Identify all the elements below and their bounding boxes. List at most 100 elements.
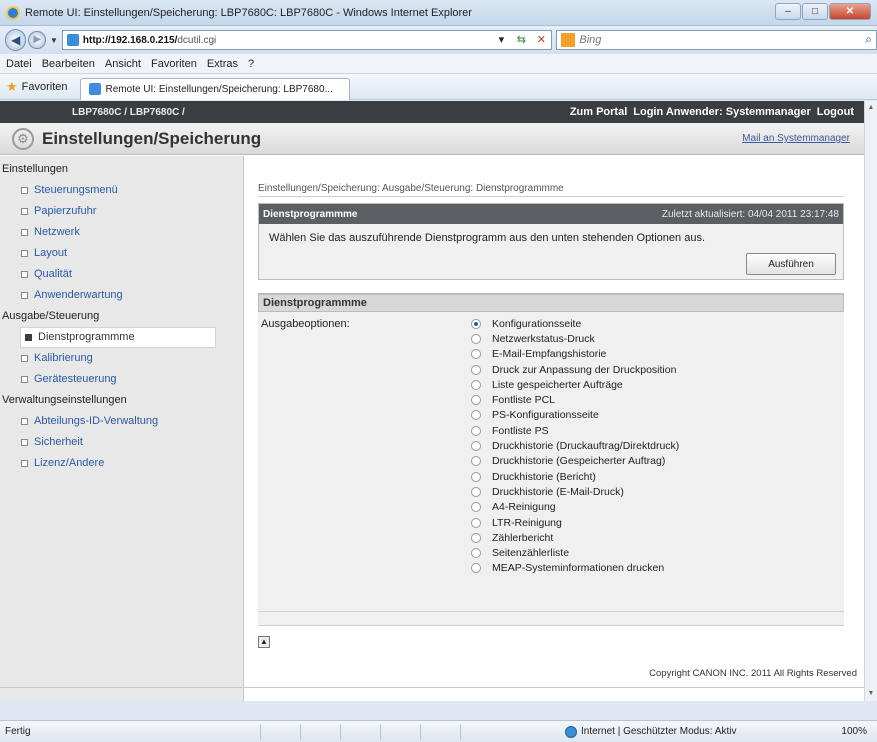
- search-icon[interactable]: ⌕: [865, 32, 872, 47]
- url-dropdown-icon[interactable]: ▾: [493, 33, 509, 46]
- sidebar-item-sicherheit[interactable]: Sicherheit: [0, 432, 243, 453]
- option-fontliste-pcl[interactable]: Fontliste PCL: [471, 392, 679, 407]
- option-druckhistorie-gespeichert[interactable]: Druckhistorie (Gespeicherter Auftrag): [471, 454, 679, 469]
- option-gespeicherte-auftrage[interactable]: Liste gespeicherter Aufträge: [471, 377, 679, 392]
- favorites-star-icon[interactable]: ★: [6, 79, 18, 95]
- window-controls: – □ ✕: [775, 3, 871, 20]
- option-email-historie[interactable]: E-Mail-Empfangshistorie: [471, 347, 679, 362]
- bullet-icon: [21, 439, 28, 446]
- option-ps-konfiguration[interactable]: PS-Konfigurationsseite: [471, 408, 679, 423]
- option-konfigurationsseite[interactable]: Konfigurationsseite: [471, 316, 679, 331]
- favorites-bar: ★ Favoriten Remote UI: Einstellungen/Spe…: [0, 74, 877, 100]
- menu-bearbeiten[interactable]: Bearbeiten: [42, 58, 95, 70]
- vertical-scrollbar[interactable]: ▲ ▼: [864, 101, 877, 701]
- menu-extras[interactable]: Extras: [207, 58, 238, 70]
- mail-admin-link[interactable]: Mail an Systemmanager: [742, 133, 850, 144]
- browser-tab[interactable]: Remote UI: Einstellungen/Speicherung: LB…: [79, 77, 350, 100]
- radio-button[interactable]: [471, 441, 481, 452]
- radio-button[interactable]: [471, 349, 481, 360]
- option-zahlerbericht[interactable]: Zählerbericht: [471, 530, 679, 545]
- option-netzwerkstatus[interactable]: Netzwerkstatus-Druck: [471, 331, 679, 346]
- minimize-button[interactable]: –: [775, 3, 801, 20]
- radio-button[interactable]: [471, 517, 481, 528]
- login-info: Login Anwender: Systemmanager: [633, 106, 811, 118]
- history-dropdown-icon[interactable]: ▼: [50, 36, 58, 45]
- favorites-button[interactable]: Favoriten: [22, 81, 68, 93]
- sidebar-item-lizenz[interactable]: Lizenz/Andere: [0, 453, 243, 474]
- sidebar-item-geratesteuerung[interactable]: Gerätesteuerung: [0, 369, 243, 390]
- url-field[interactable]: http://192.168.0.215/dcutil.cgi ▾ ⇆ ✕: [61, 30, 553, 50]
- menu-help[interactable]: ?: [248, 58, 254, 70]
- scroll-down-icon[interactable]: ▼: [865, 687, 877, 701]
- menu-favoriten[interactable]: Favoriten: [151, 58, 197, 70]
- zone-text: Internet | Geschützter Modus: Aktiv: [581, 726, 737, 737]
- option-ltr-reinigung[interactable]: LTR-Reinigung: [471, 515, 679, 530]
- breadcrumb: Einstellungen/Speicherung: Ausgabe/Steue…: [258, 156, 844, 197]
- option-fontliste-ps[interactable]: Fontliste PS: [471, 423, 679, 438]
- menu-ansicht[interactable]: Ansicht: [105, 58, 141, 70]
- url-host: http://192.168.0.215/: [82, 34, 178, 46]
- scroll-up-icon[interactable]: ▲: [865, 101, 877, 115]
- menu-datei[interactable]: Datei: [6, 58, 32, 70]
- radio-button[interactable]: [471, 548, 481, 559]
- radio-button[interactable]: [471, 532, 481, 543]
- option-seitenzahlerliste[interactable]: Seitenzählerliste: [471, 545, 679, 560]
- option-druckposition[interactable]: Druck zur Anpassung der Druckposition: [471, 362, 679, 377]
- sidebar-item-layout[interactable]: Layout: [0, 243, 243, 264]
- copyright-text: Copyright CANON INC. 2011 All Rights Res…: [649, 668, 857, 679]
- sidebar-item-abteilungs-id[interactable]: Abteilungs-ID-Verwaltung: [0, 411, 243, 432]
- sidebar-item-qualitat[interactable]: Qualität: [0, 264, 243, 285]
- menu-bar: Datei Bearbeiten Ansicht Favoriten Extra…: [0, 54, 877, 74]
- sidebar-section-verwaltung[interactable]: Verwaltungseinstellungen: [0, 390, 243, 411]
- back-button[interactable]: ◀: [5, 29, 27, 51]
- bullet-icon: [21, 187, 28, 194]
- sidebar-section-einstellungen[interactable]: Einstellungen: [0, 159, 243, 180]
- radio-button[interactable]: [471, 471, 481, 482]
- bullet-icon: [21, 208, 28, 215]
- search-input[interactable]: [579, 34, 850, 46]
- radio-button[interactable]: [471, 425, 481, 436]
- option-meap-info[interactable]: MEAP-Systeminformationen drucken: [471, 561, 679, 576]
- radio-button[interactable]: [471, 502, 481, 513]
- radio-button[interactable]: [471, 456, 481, 467]
- radio-button[interactable]: [471, 333, 481, 344]
- copyright-divider: [0, 687, 864, 688]
- back-to-top-icon[interactable]: ▲: [258, 636, 270, 648]
- refresh-icon[interactable]: ⇆: [513, 33, 529, 46]
- radio-button[interactable]: [471, 364, 481, 375]
- option-druckhistorie-email[interactable]: Druckhistorie (E-Mail-Druck): [471, 484, 679, 499]
- sidebar-item-kalibrierung[interactable]: Kalibrierung: [0, 348, 243, 369]
- option-druckhistorie-direkt[interactable]: Druckhistorie (Druckauftrag/Direktdruck): [471, 438, 679, 453]
- radio-button[interactable]: [471, 563, 481, 574]
- radio-button[interactable]: [471, 486, 481, 497]
- sidebar-item-papierzufuhr[interactable]: Papierzufuhr: [0, 201, 243, 222]
- sidebar-item-netzwerk[interactable]: Netzwerk: [0, 222, 243, 243]
- sidebar-item-steuerungsmenu[interactable]: Steuerungsmenü: [0, 180, 243, 201]
- zoom-level[interactable]: 100%: [841, 726, 867, 737]
- security-zone[interactable]: Internet | Geschützter Modus: Aktiv: [565, 725, 737, 738]
- bullet-icon: [21, 271, 28, 278]
- radio-button[interactable]: [471, 410, 481, 421]
- sidebar-item-dienstprogramme[interactable]: Dienstprogrammme: [20, 327, 216, 348]
- radio-button[interactable]: [471, 379, 481, 390]
- forward-button[interactable]: ▶: [28, 31, 46, 49]
- settings-gear-icon: ⚙: [12, 127, 34, 150]
- option-druckhistorie-bericht[interactable]: Druckhistorie (Bericht): [471, 469, 679, 484]
- execute-button[interactable]: Ausführen: [746, 253, 836, 275]
- portal-link[interactable]: Zum Portal: [570, 106, 627, 118]
- sidebar: Einstellungen Steuerungsmenü Papierzufuh…: [0, 156, 244, 701]
- utility-execute-panel: Dienstprogrammme Zuletzt aktualisiert: 0…: [258, 203, 844, 280]
- radio-button[interactable]: [471, 395, 481, 406]
- option-a4-reinigung[interactable]: A4-Reinigung: [471, 500, 679, 515]
- bullet-icon: [21, 418, 28, 425]
- panel-title: Dienstprogrammme: [263, 208, 358, 220]
- maximize-button[interactable]: □: [802, 3, 828, 20]
- internet-zone-icon: [565, 725, 577, 738]
- close-button[interactable]: ✕: [829, 3, 871, 20]
- sidebar-item-anwenderwartung[interactable]: Anwenderwartung: [0, 285, 243, 306]
- logout-link[interactable]: Logout: [817, 106, 854, 118]
- radio-button[interactable]: [471, 318, 481, 329]
- sidebar-section-ausgabe[interactable]: Ausgabe/Steuerung: [0, 306, 243, 327]
- stop-icon[interactable]: ✕: [533, 33, 549, 46]
- search-box[interactable]: ⌕: [556, 30, 877, 50]
